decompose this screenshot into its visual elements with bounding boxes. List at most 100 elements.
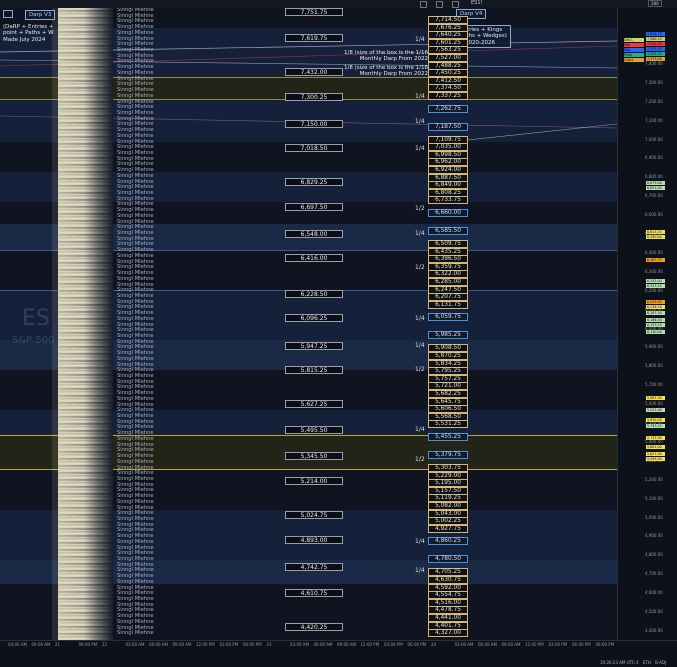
axis-tick: 5,900.00: [645, 344, 663, 350]
session-toggle[interactable]: ETH: [643, 660, 651, 665]
axis-tick: 4,700.00: [645, 571, 663, 577]
status-bar: 10:26:23 AM UTC-4 ETH B-ADJ: [600, 660, 666, 665]
price-level-label[interactable]: 6,829.25: [285, 178, 343, 186]
price-level-label[interactable]: 4,610.75: [285, 589, 343, 597]
axis-price-tag: 6,467.75: [646, 258, 665, 262]
axis-legend-tag: Day L: [624, 38, 644, 42]
time-tick: 06:00 PM: [407, 642, 427, 647]
price-level-label[interactable]: 7,751.75: [285, 8, 343, 16]
axis-tick: 6,300.00: [645, 268, 663, 274]
axis-tick: 7,000.00: [645, 136, 663, 142]
axis-price-tag: 5,681.00: [646, 445, 665, 449]
time-tick: 24: [431, 642, 437, 647]
fraction-label: 1/4: [415, 118, 425, 125]
axis-legend-tag: Globx: [624, 58, 644, 62]
price-level-label[interactable]: 7,150.00: [285, 120, 343, 128]
square-icon[interactable]: [452, 1, 459, 8]
time-tick: 09:00 AM: [31, 642, 51, 647]
spike-shade: [58, 8, 113, 640]
indicator-title[interactable]: Darp V3: [25, 9, 56, 20]
right-price-label[interactable]: 4,860.25: [428, 537, 468, 546]
time-tick: 09:00 PM: [78, 642, 98, 647]
indicator-notes-left: (DaRP + Entries + point + Paths + W Made…: [3, 24, 54, 43]
square-icon[interactable]: [436, 1, 443, 8]
chart-window: ES1! 280 Sinngl Mlehne Sinngl Mlehne Sin…: [0, 0, 677, 667]
price-level-label[interactable]: 4,420.25: [285, 623, 343, 631]
axis-tick: 5,200.00: [645, 476, 663, 482]
axis-tick: 5,100.00: [645, 495, 663, 501]
right-price-label[interactable]: 6,585.50: [428, 227, 468, 235]
price-level-label[interactable]: 7,619.75: [285, 34, 343, 42]
time-tick: 09:00 AM: [501, 642, 521, 647]
right-price-label[interactable]: 6,059.75: [428, 313, 468, 322]
adjust-toggle[interactable]: B-ADJ: [655, 660, 666, 665]
note-line: Monthly Darp From 2022: [359, 56, 428, 63]
right-price-label[interactable]: 5,379.75: [428, 451, 468, 459]
fraction-label: 1/4: [415, 538, 425, 545]
watermark-symbol: ES: [22, 306, 50, 331]
axis-price-tag: 6,343.00: [646, 279, 665, 283]
symbol-label[interactable]: ES1!: [471, 0, 483, 6]
box-note: 1/8 (size of the box is the 1/16 Monthly…: [340, 65, 428, 78]
axis-tick: 5,700.00: [645, 382, 663, 388]
axis-price-tag: 6,259.00: [646, 300, 665, 304]
right-price-label[interactable]: 5,531.25: [428, 420, 468, 429]
axis-tick: 5,800.00: [645, 363, 663, 369]
price-level-label[interactable]: 5,024.75: [285, 511, 343, 519]
square-icon[interactable]: [420, 1, 427, 8]
price-chart-area[interactable]: Sinngl Mlehne Sinngl Mlehne Sinngl Mlehne S…: [0, 8, 617, 640]
time-tick: 09:00 AM: [337, 642, 356, 647]
price-level-label[interactable]: 5,345.50: [285, 452, 343, 460]
right-price-label[interactable]: 7,262.75: [428, 104, 468, 113]
right-price-label[interactable]: 6,660.00: [428, 209, 468, 217]
price-level-label[interactable]: 6,228.50: [285, 290, 343, 298]
right-price-label[interactable]: 6,131.75: [428, 300, 468, 309]
fraction-label: 1/4: [415, 93, 425, 100]
right-price-label[interactable]: 7,337.25: [428, 92, 468, 100]
time-tick: 04:00 AM: [8, 642, 27, 647]
time-tick: 06:00 AM: [313, 642, 333, 647]
interval-box[interactable]: 280: [648, 0, 662, 7]
legend-line: Made July 2024: [3, 36, 46, 43]
right-price-label[interactable]: 6,733.75: [428, 196, 468, 205]
fraction-label: 1/4: [415, 426, 425, 433]
axis-tick: 6,200.00: [645, 287, 663, 293]
axis-price-tag: 6,140.00: [646, 330, 665, 334]
right-price-label[interactable]: 5,455.25: [428, 433, 468, 441]
price-level-label[interactable]: 5,815.25: [285, 366, 343, 374]
right-price-label[interactable]: 4,927.75: [428, 524, 468, 533]
price-level-label[interactable]: 4,893.00: [285, 536, 343, 544]
watermark-name: S&P 500: [12, 335, 55, 346]
axis-legend-tag: Mid: [624, 48, 644, 52]
axis-price-tag: 5,793.25: [646, 424, 665, 428]
price-level-label[interactable]: 5,495.50: [285, 426, 343, 434]
right-price-label[interactable]: 4,327.00: [428, 629, 468, 638]
time-tick: 21: [55, 642, 61, 647]
price-level-label[interactable]: 5,947.25: [285, 342, 343, 350]
time-tick: 23: [266, 642, 272, 647]
axis-tick: 5,000.00: [645, 514, 663, 520]
axis-tick: 4,500.00: [645, 609, 663, 614]
right-price-label[interactable]: 4,780.50: [428, 555, 468, 564]
price-level-label[interactable]: 7,300.25: [285, 93, 343, 101]
price-level-label[interactable]: 7,018.50: [285, 144, 343, 152]
axis-tick: 7,400.00: [645, 60, 663, 66]
price-level-label[interactable]: 6,096.25: [285, 314, 343, 322]
price-level-label[interactable]: 4,742.75: [285, 563, 343, 571]
time-tick: 03:00 AM: [125, 642, 145, 647]
fraction-label: 1/2: [415, 205, 425, 212]
fraction-label: 1/2: [415, 366, 425, 373]
label-column: Sinngl Mlehne Sinngl Mlehne Sinngl Mlehne S…: [117, 8, 227, 640]
indicator-legend-left[interactable]: Darp V3: [3, 9, 56, 20]
price-level-label[interactable]: 6,697.50: [285, 203, 343, 211]
price-level-label[interactable]: 7,432.00: [285, 68, 343, 76]
price-level-label[interactable]: 6,416.00: [285, 254, 343, 262]
price-level-label[interactable]: 6,548.00: [285, 230, 343, 238]
price-level-label[interactable]: 5,627.25: [285, 400, 343, 408]
legend-toggle-icon[interactable]: [3, 10, 13, 18]
right-price-label[interactable]: 7,187.50: [428, 122, 468, 131]
price-level-label[interactable]: 5,214.00: [285, 477, 343, 485]
fraction-label: 1/4: [415, 230, 425, 237]
right-price-label[interactable]: 5,985.25: [428, 331, 468, 340]
axis-price-tag: 7,558.50: [646, 42, 665, 46]
